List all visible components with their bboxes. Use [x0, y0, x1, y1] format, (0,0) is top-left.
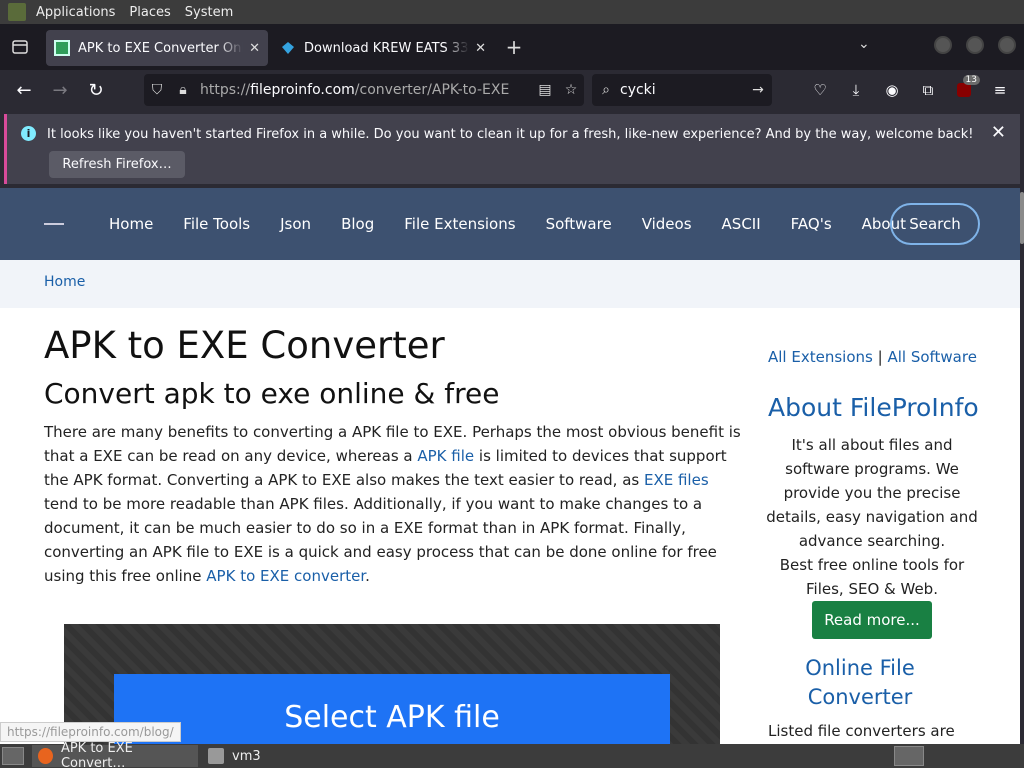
page-subtitle: Convert apk to exe online & free [44, 377, 500, 410]
intro-paragraph: There are many benefits to converting a … [44, 420, 744, 588]
online-file-converter-heading: Online File Converter [805, 656, 915, 709]
url-bar[interactable]: ⛉ 🔒︎ https://fileproinfo.com/converter/A… [144, 74, 584, 106]
converters-listed-text: Listed file converters are [768, 722, 955, 740]
intro-text: tend to be more readable than APK files.… [44, 495, 717, 585]
lock-icon[interactable]: 🔒︎ [170, 82, 196, 98]
apk-file-link[interactable]: APK file [417, 447, 474, 465]
info-icon: i [21, 126, 36, 141]
navigation-toolbar: ← → ↻ ⛉ 🔒︎ https://fileproinfo.com/conve… [0, 70, 1024, 110]
link-separator: | [877, 348, 883, 366]
page-title: APK to EXE Converter [44, 324, 445, 367]
bookmark-star-icon[interactable]: ☆ [558, 82, 584, 98]
tab-title: Download KREW EATS 33.8 [304, 40, 470, 56]
nav-blog[interactable]: Blog [326, 215, 389, 233]
all-extensions-link[interactable]: All Extensions [768, 348, 873, 366]
firefox-icon [38, 748, 53, 764]
web-page: Home File Tools Json Blog File Extension… [0, 188, 1020, 744]
search-bar[interactable]: ⌕ cycki → [592, 74, 772, 106]
exe-files-link[interactable]: EXE files [644, 471, 709, 489]
chevron-down-icon[interactable]: ⌄ [858, 36, 870, 52]
nav-home[interactable]: Home [94, 215, 168, 233]
breadcrumb: Home [0, 260, 1020, 308]
nav-ascii[interactable]: ASCII [707, 215, 776, 233]
folder-icon [208, 748, 224, 764]
menu-applications[interactable]: Applications [32, 5, 125, 20]
new-tab-button[interactable]: + [494, 35, 534, 59]
search-icon: ⌕ [602, 82, 610, 98]
window-controls [934, 36, 1016, 54]
minimize-button[interactable] [934, 36, 952, 54]
tab-apk-to-exe[interactable]: APK to EXE Converter Online ✕ [46, 30, 268, 66]
about-description: It's all about files and software progra… [766, 436, 978, 550]
gnome-bottom-panel: APK to EXE Convert… vm3 [0, 741, 1024, 768]
diamond-favicon-icon [280, 40, 296, 56]
terminal-icon[interactable] [8, 3, 26, 21]
url-host: fileproinfo.com [250, 82, 355, 98]
select-apk-file-button[interactable]: Select APK file [114, 674, 670, 744]
url-path: /converter/APK-to-EXE [354, 82, 510, 98]
intro-text: . [365, 567, 370, 585]
firefox-view-icon [12, 40, 28, 54]
tab-title: APK to EXE Converter Online [78, 40, 244, 56]
nav-file-tools[interactable]: File Tools [168, 215, 265, 233]
about-text: It's all about files and software progra… [764, 433, 980, 601]
workspace-switcher-icon[interactable] [894, 746, 924, 766]
forward-button[interactable]: → [42, 74, 78, 106]
scrollbar-thumb[interactable] [1020, 192, 1024, 244]
site-search-button[interactable]: Search [890, 203, 980, 245]
read-more-button[interactable]: Read more... [812, 601, 932, 639]
ublock-icon[interactable]: 13 [946, 74, 982, 106]
nav-faqs[interactable]: FAQ's [776, 215, 847, 233]
nav-software[interactable]: Software [531, 215, 627, 233]
about-heading: About FileProInfo [768, 393, 979, 422]
close-notification-icon[interactable]: ✕ [991, 122, 1006, 143]
page-scrollbar[interactable] [1020, 188, 1024, 744]
search-input[interactable]: cycki [620, 82, 744, 98]
sidebar-links: All Extensions | All Software [768, 348, 977, 366]
breadcrumb-home-link[interactable]: Home [44, 274, 85, 290]
shield-icon[interactable]: ⛉ [144, 82, 170, 98]
hamburger-menu-icon[interactable]: ≡ [982, 74, 1018, 106]
nav-json[interactable]: Json [265, 215, 326, 233]
close-tab-icon[interactable]: ✕ [249, 41, 260, 56]
account-icon[interactable]: ◉ [874, 74, 910, 106]
reload-button[interactable]: ↻ [78, 74, 114, 106]
menu-places[interactable]: Places [125, 5, 180, 20]
reader-view-icon[interactable]: ▤ [532, 82, 558, 98]
refresh-firefox-notification: i It looks like you haven't started Fire… [4, 114, 1020, 184]
gnome-top-panel: Applications Places System [0, 0, 1024, 24]
go-arrow-icon[interactable]: → [744, 82, 772, 98]
about-tagline: Best free online tools for Files, SEO & … [779, 556, 965, 598]
firefox-view-button[interactable] [0, 24, 40, 70]
all-software-link[interactable]: All Software [887, 348, 977, 366]
taskbar-item-firefox[interactable]: APK to EXE Convert… [32, 741, 198, 768]
notification-message: It looks like you haven't started Firefo… [47, 127, 974, 142]
pocket-icon[interactable]: ♡ [802, 74, 838, 106]
nav-videos[interactable]: Videos [627, 215, 707, 233]
downloads-icon[interactable]: ⤓ [838, 74, 874, 106]
tab-krew-eats[interactable]: Download KREW EATS 33.8 ✕ [272, 30, 494, 66]
fileproinfo-favicon-icon [54, 40, 70, 56]
extensions-icon[interactable]: ⧉ [910, 74, 946, 106]
status-url-overlay: https://fileproinfo.com/blog/ [0, 722, 181, 742]
menu-system[interactable]: System [181, 5, 243, 20]
taskbar-item-label: vm3 [232, 748, 261, 764]
taskbar-item-vm3[interactable]: vm3 [202, 745, 267, 767]
close-tab-icon[interactable]: ✕ [475, 41, 486, 56]
site-logo[interactable] [44, 223, 64, 225]
url-text[interactable]: https://fileproinfo.com/converter/APK-to… [196, 82, 532, 98]
site-navigation: Home File Tools Json Blog File Extension… [0, 188, 1020, 260]
extension-badge: 13 [962, 75, 980, 85]
converter-link[interactable]: APK to EXE converter [206, 567, 365, 585]
refresh-firefox-button[interactable]: Refresh Firefox… [49, 151, 185, 178]
url-prefix: https:// [200, 82, 251, 98]
show-desktop-button[interactable] [2, 747, 24, 765]
taskbar-item-label: APK to EXE Convert… [60, 741, 133, 768]
tab-bar: APK to EXE Converter Online ✕ Download K… [0, 24, 1024, 70]
back-button[interactable]: ← [6, 74, 42, 106]
toolbar-icons: ♡ ⤓ ◉ ⧉ 13 ≡ [802, 74, 1018, 106]
maximize-button[interactable] [966, 36, 984, 54]
nav-file-extensions[interactable]: File Extensions [389, 215, 530, 233]
close-window-button[interactable] [998, 36, 1016, 54]
